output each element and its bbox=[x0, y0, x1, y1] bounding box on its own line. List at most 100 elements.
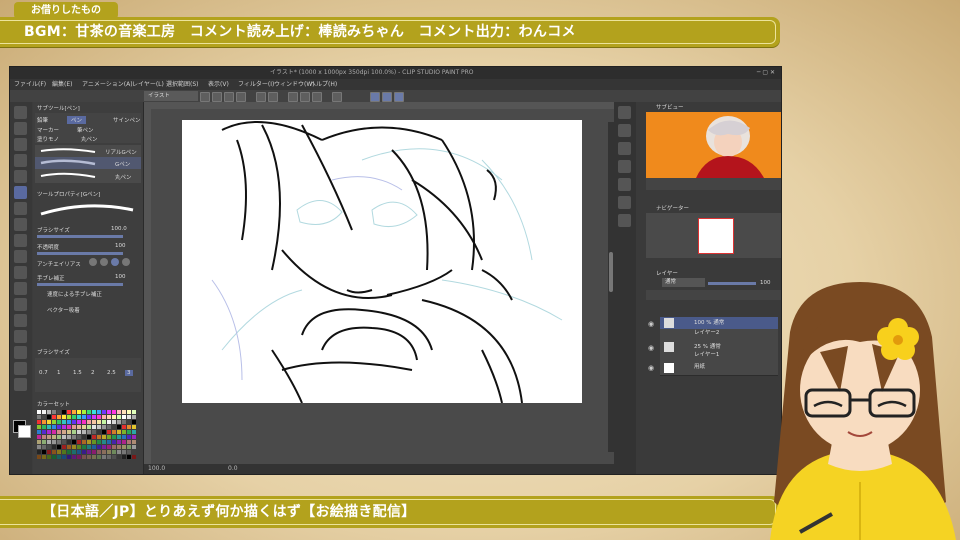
angle-value[interactable]: 0.0 bbox=[228, 464, 238, 474]
color-swatch[interactable] bbox=[102, 440, 106, 444]
color-swatch[interactable] bbox=[47, 410, 51, 414]
color-swatch[interactable] bbox=[47, 425, 51, 429]
brush-size-slider[interactable] bbox=[37, 235, 123, 238]
color-swatch[interactable] bbox=[72, 445, 76, 449]
size-preset[interactable]: 2 bbox=[91, 370, 95, 376]
color-swatch[interactable] bbox=[82, 440, 86, 444]
color-swatch[interactable] bbox=[97, 430, 101, 434]
color-swatch[interactable] bbox=[92, 420, 96, 424]
color-swatch[interactable] bbox=[62, 415, 66, 419]
correct-line-tool-icon[interactable] bbox=[14, 378, 27, 391]
color-swatch[interactable] bbox=[102, 420, 106, 424]
color-swatch[interactable] bbox=[82, 435, 86, 439]
color-swatch[interactable] bbox=[77, 425, 81, 429]
antialias-options[interactable] bbox=[89, 258, 135, 267]
color-swatch[interactable] bbox=[82, 430, 86, 434]
color-swatch[interactable] bbox=[122, 440, 126, 444]
color-swatch[interactable] bbox=[92, 450, 96, 454]
color-swatch[interactable] bbox=[92, 455, 96, 459]
lasso-tool-icon[interactable] bbox=[14, 154, 27, 167]
color-swatch[interactable] bbox=[112, 450, 116, 454]
text-tool-icon[interactable] bbox=[14, 330, 27, 343]
color-swatch[interactable] bbox=[37, 410, 41, 414]
color-swatch[interactable] bbox=[127, 445, 131, 449]
color-swatch[interactable] bbox=[117, 420, 121, 424]
color-swatch[interactable] bbox=[62, 425, 66, 429]
color-swatch[interactable] bbox=[92, 445, 96, 449]
color-swatch[interactable] bbox=[77, 420, 81, 424]
blend-tool-icon[interactable] bbox=[14, 250, 27, 263]
color-swatch[interactable] bbox=[92, 425, 96, 429]
sub-color-swatch[interactable] bbox=[18, 425, 31, 438]
color-swatch[interactable] bbox=[47, 430, 51, 434]
color-swatch[interactable] bbox=[102, 425, 106, 429]
color-swatch[interactable] bbox=[87, 440, 91, 444]
layer-opacity-slider[interactable] bbox=[708, 282, 756, 285]
color-swatch[interactable] bbox=[122, 425, 126, 429]
color-swatch[interactable] bbox=[52, 410, 56, 414]
color-swatch[interactable] bbox=[107, 450, 111, 454]
ruler-tool-icon[interactable] bbox=[14, 362, 27, 375]
color-swatch[interactable] bbox=[57, 440, 61, 444]
brush-tool-icon[interactable] bbox=[14, 218, 27, 231]
color-swatch[interactable] bbox=[127, 455, 131, 459]
color-swatch[interactable] bbox=[122, 445, 126, 449]
undo-icon[interactable] bbox=[256, 92, 266, 102]
color-swatch[interactable] bbox=[42, 435, 46, 439]
subtool-tab-pen[interactable]: ペン bbox=[67, 116, 87, 124]
color-swatch[interactable] bbox=[97, 445, 101, 449]
color-swatch[interactable] bbox=[72, 440, 76, 444]
fill-tool-icon[interactable] bbox=[14, 266, 27, 279]
color-swatch[interactable] bbox=[122, 450, 126, 454]
snap-special-icon[interactable] bbox=[394, 92, 404, 102]
color-swatch[interactable] bbox=[72, 450, 76, 454]
color-swatch[interactable] bbox=[107, 425, 111, 429]
brush-item-gpen[interactable]: Gペン bbox=[115, 160, 130, 168]
size-preset[interactable]: 3 bbox=[125, 370, 133, 376]
document-tab[interactable]: イラスト bbox=[144, 91, 198, 101]
color-swatch[interactable] bbox=[47, 455, 51, 459]
color-swatch[interactable] bbox=[57, 455, 61, 459]
color-swatch[interactable] bbox=[67, 445, 71, 449]
color-swatch[interactable] bbox=[97, 415, 101, 419]
color-swatch[interactable] bbox=[127, 435, 131, 439]
color-swatch[interactable] bbox=[82, 455, 86, 459]
color-swatch[interactable] bbox=[67, 420, 71, 424]
color-swatch[interactable] bbox=[72, 430, 76, 434]
color-swatch[interactable] bbox=[62, 445, 66, 449]
eyedropper-tool-icon[interactable] bbox=[14, 170, 27, 183]
color-swatch[interactable] bbox=[87, 420, 91, 424]
color-swatch[interactable] bbox=[67, 450, 71, 454]
color-swatch[interactable] bbox=[112, 445, 116, 449]
color-swatch[interactable] bbox=[102, 415, 106, 419]
menu-filter[interactable]: フィルター(I) bbox=[238, 79, 274, 90]
color-swatch[interactable] bbox=[57, 445, 61, 449]
color-swatch[interactable] bbox=[122, 415, 126, 419]
color-swatch[interactable] bbox=[42, 420, 46, 424]
subtool-tab-pencil[interactable]: 鉛筆 bbox=[37, 116, 48, 124]
color-swatch[interactable] bbox=[57, 410, 61, 414]
color-swatch[interactable] bbox=[127, 440, 131, 444]
menu-view[interactable]: 表示(V) bbox=[208, 79, 229, 90]
color-swatch[interactable] bbox=[132, 425, 136, 429]
color-swatch[interactable] bbox=[77, 450, 81, 454]
color-swatch[interactable] bbox=[52, 420, 56, 424]
stabilization-value[interactable]: 100 bbox=[115, 274, 126, 280]
opacity-value[interactable]: 100 bbox=[115, 243, 126, 249]
color-swatch[interactable] bbox=[82, 450, 86, 454]
color-swatch[interactable] bbox=[102, 450, 106, 454]
menu-edit[interactable]: 編集(E) bbox=[52, 79, 72, 90]
color-swatch[interactable] bbox=[52, 450, 56, 454]
color-swatch[interactable] bbox=[42, 440, 46, 444]
color-swatch[interactable] bbox=[97, 440, 101, 444]
color-swatch[interactable] bbox=[52, 435, 56, 439]
subtool-tab-marker[interactable]: マーカー bbox=[37, 126, 59, 134]
color-swatch[interactable] bbox=[87, 415, 91, 419]
brush-size-value[interactable]: 100.0 bbox=[111, 226, 127, 232]
color-swatch[interactable] bbox=[37, 420, 41, 424]
material-icon[interactable] bbox=[618, 160, 631, 173]
speed-stab-label[interactable]: 速度による手ブレ補正 bbox=[47, 290, 102, 298]
color-swatch[interactable] bbox=[77, 410, 81, 414]
color-swatch[interactable] bbox=[87, 430, 91, 434]
subview-reference-image[interactable] bbox=[646, 112, 781, 178]
